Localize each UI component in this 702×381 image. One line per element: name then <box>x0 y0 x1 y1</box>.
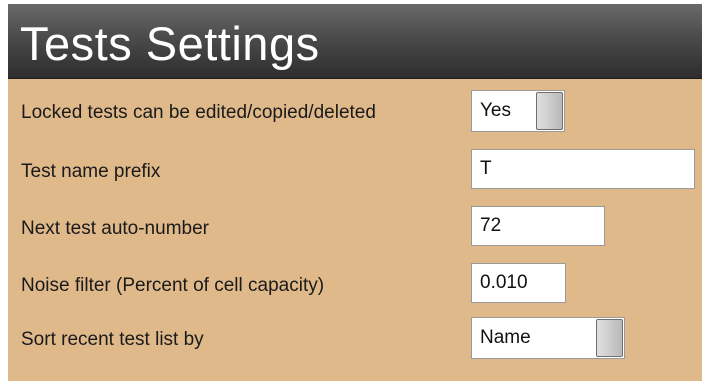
sort-by-value: Name <box>480 327 531 348</box>
setting-row-name-prefix: Test name prefix T <box>8 149 702 193</box>
sort-by-selector[interactable]: Name <box>471 317 625 359</box>
noise-filter-field[interactable]: 0.010 <box>471 263 566 303</box>
name-prefix-label: Test name prefix <box>21 161 161 182</box>
setting-row-auto-number: Next test auto-number 72 <box>8 206 702 250</box>
header-bar: Tests Settings <box>8 4 702 79</box>
locked-tests-value: Yes <box>480 100 511 121</box>
locked-tests-label: Locked tests can be edited/copied/delete… <box>21 102 376 123</box>
auto-number-label: Next test auto-number <box>21 218 209 239</box>
setting-row-sort-by: Sort recent test list by Name <box>8 317 702 361</box>
noise-filter-label: Noise filter (Percent of cell capacity) <box>21 275 325 296</box>
toggle-knob[interactable] <box>536 92 563 130</box>
locked-tests-toggle[interactable]: Yes <box>471 90 565 132</box>
setting-row-locked-tests: Locked tests can be edited/copied/delete… <box>8 90 702 134</box>
name-prefix-field[interactable]: T <box>471 149 695 189</box>
setting-row-noise-filter: Noise filter (Percent of cell capacity) … <box>8 263 702 307</box>
auto-number-field[interactable]: 72 <box>471 206 605 246</box>
page-title: Tests Settings <box>20 17 320 70</box>
sort-by-label: Sort recent test list by <box>21 329 204 350</box>
toggle-knob[interactable] <box>596 319 623 357</box>
settings-panel: Tests Settings Locked tests can be edite… <box>8 4 702 381</box>
